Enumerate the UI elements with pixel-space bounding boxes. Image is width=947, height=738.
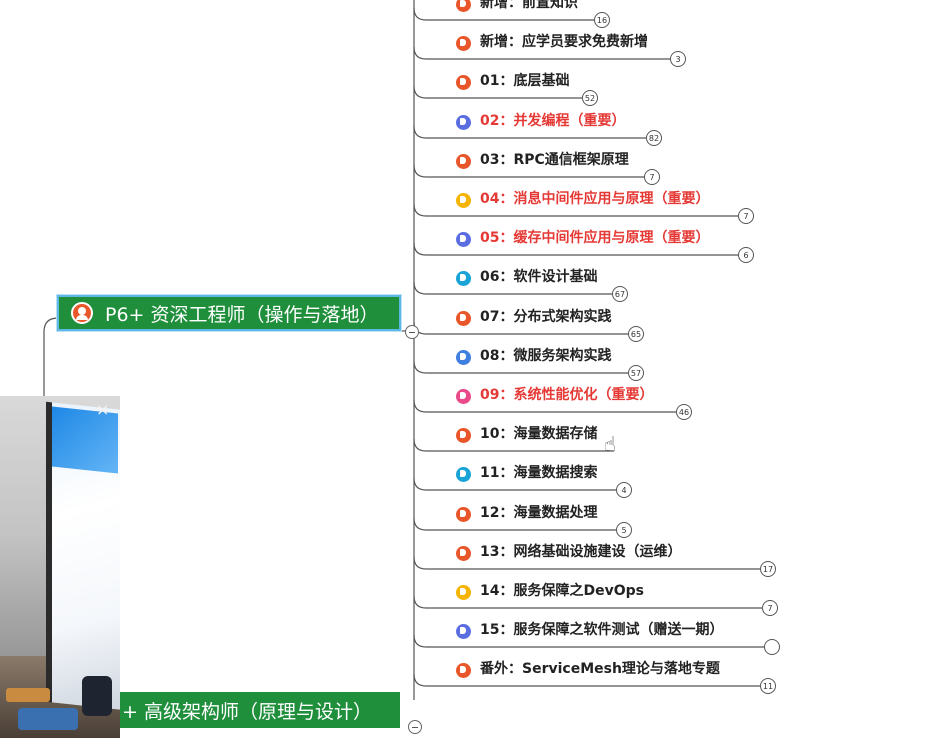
flag-icon (456, 74, 471, 90)
count-badge[interactable]: 7 (762, 600, 778, 616)
child-node[interactable]: 12：海量数据处理 (434, 492, 597, 532)
flag-icon (456, 231, 471, 247)
child-node-label: 11：海量数据搜索 (480, 465, 598, 481)
count-badge[interactable] (764, 639, 780, 655)
count-badge[interactable]: 6 (738, 247, 754, 263)
flag-icon (456, 623, 471, 639)
count-badge[interactable]: 3 (670, 51, 686, 67)
child-node[interactable]: 14：服务保障之DevOps (434, 570, 644, 610)
child-node[interactable]: 番外：ServiceMesh理论与落地专题 (434, 648, 720, 688)
child-node[interactable]: 15：服务保障之软件测试（赠送一期） (434, 609, 723, 649)
child-node[interactable]: 07：分布式架构实践 (434, 296, 611, 336)
count-badge[interactable]: 17 (760, 561, 776, 577)
child-node-label: 13：网络基础设施建设（运维） (480, 544, 682, 560)
flag-icon (456, 388, 471, 404)
webcam-object (6, 688, 50, 702)
count-badge[interactable]: 7 (738, 208, 754, 224)
count-badge[interactable]: 4 (616, 482, 632, 498)
child-node-label: 01：底层基础 (480, 73, 570, 89)
flag-icon (456, 506, 471, 522)
child-node[interactable]: 新增：前置知识 (434, 0, 578, 22)
flag-icon (456, 584, 471, 600)
flag-icon (456, 114, 471, 130)
child-node-label: 12：海量数据处理 (480, 505, 598, 521)
child-node[interactable]: 新增：应学员要求免费新增 (434, 21, 648, 61)
child-node[interactable]: 08：微服务架构实践 (434, 335, 611, 375)
child-node[interactable]: 05：缓存中间件应用与原理（重要） (434, 217, 709, 257)
flag-icon (456, 662, 471, 678)
child-node[interactable]: 06：软件设计基础 (434, 256, 597, 296)
child-node[interactable]: 09：系统性能优化（重要） (434, 374, 653, 414)
child-node-label: 03：RPC通信框架原理 (480, 152, 629, 168)
child-node-label: 14：服务保障之DevOps (480, 583, 644, 599)
mouse-cursor-icon: ☝ (604, 432, 617, 456)
child-node-label: 04：消息中间件应用与原理（重要） (480, 191, 710, 207)
main-node-p6[interactable]: P6+ 资深工程师（操作与落地） (57, 295, 401, 331)
child-node[interactable]: 11：海量数据搜索 (434, 452, 597, 492)
count-badge[interactable]: 82 (646, 130, 662, 146)
user-icon (71, 302, 93, 324)
child-node[interactable]: 01：底层基础 (434, 60, 569, 100)
collapse-toggle-p7[interactable] (408, 720, 422, 734)
child-node-label: 09：系统性能优化（重要） (480, 387, 654, 403)
child-node-label: 07：分布式架构实践 (480, 309, 612, 325)
flag-icon (456, 35, 471, 51)
webcam-object (82, 676, 112, 716)
webcam-overlay[interactable] (0, 396, 120, 738)
main-node-p7[interactable]: + 高级架构师（原理与设计） (108, 692, 400, 728)
root-branch-line (43, 317, 59, 400)
child-node-label: 新增：应学员要求免费新增 (480, 34, 648, 50)
flag-icon (456, 270, 471, 286)
child-node-label: 08：微服务架构实践 (480, 348, 612, 364)
child-node-label: 06：软件设计基础 (480, 269, 598, 285)
main-node-p6-label: P6+ 资深工程师（操作与落地） (105, 303, 379, 326)
flag-icon (456, 153, 471, 169)
flag-icon (456, 192, 471, 208)
child-node-label: 番外：ServiceMesh理论与落地专题 (480, 661, 720, 677)
child-node[interactable]: 02：并发编程（重要） (434, 100, 625, 140)
flag-icon (456, 427, 471, 443)
count-badge[interactable]: 67 (612, 286, 628, 302)
child-node[interactable]: 10：海量数据存储 (434, 413, 597, 453)
child-node-label: 10：海量数据存储 (480, 426, 598, 442)
collapse-toggle-p6[interactable] (405, 325, 419, 339)
child-node[interactable]: 13：网络基础设施建设（运维） (434, 531, 681, 571)
flag-icon (456, 545, 471, 561)
webcam-object (18, 708, 78, 730)
child-node-label: 新增：前置知识 (480, 0, 578, 11)
flag-icon (456, 466, 471, 482)
child-node-label: 02：并发编程（重要） (480, 113, 626, 129)
count-badge[interactable]: 46 (676, 404, 692, 420)
main-node-p7-label: + 高级架构师（原理与设计） (122, 700, 372, 723)
flag-icon (456, 310, 471, 326)
child-node-label: 15：服务保障之软件测试（赠送一期） (480, 622, 724, 638)
child-node-label: 05：缓存中间件应用与原理（重要） (480, 230, 710, 246)
child-node[interactable]: 04：消息中间件应用与原理（重要） (434, 178, 709, 218)
close-icon[interactable]: × (96, 402, 109, 418)
count-badge[interactable]: 11 (760, 678, 776, 694)
child-node[interactable]: 03：RPC通信框架原理 (434, 139, 629, 179)
flag-icon (456, 349, 471, 365)
flag-icon (456, 0, 471, 12)
count-badge[interactable]: 65 (628, 326, 644, 342)
